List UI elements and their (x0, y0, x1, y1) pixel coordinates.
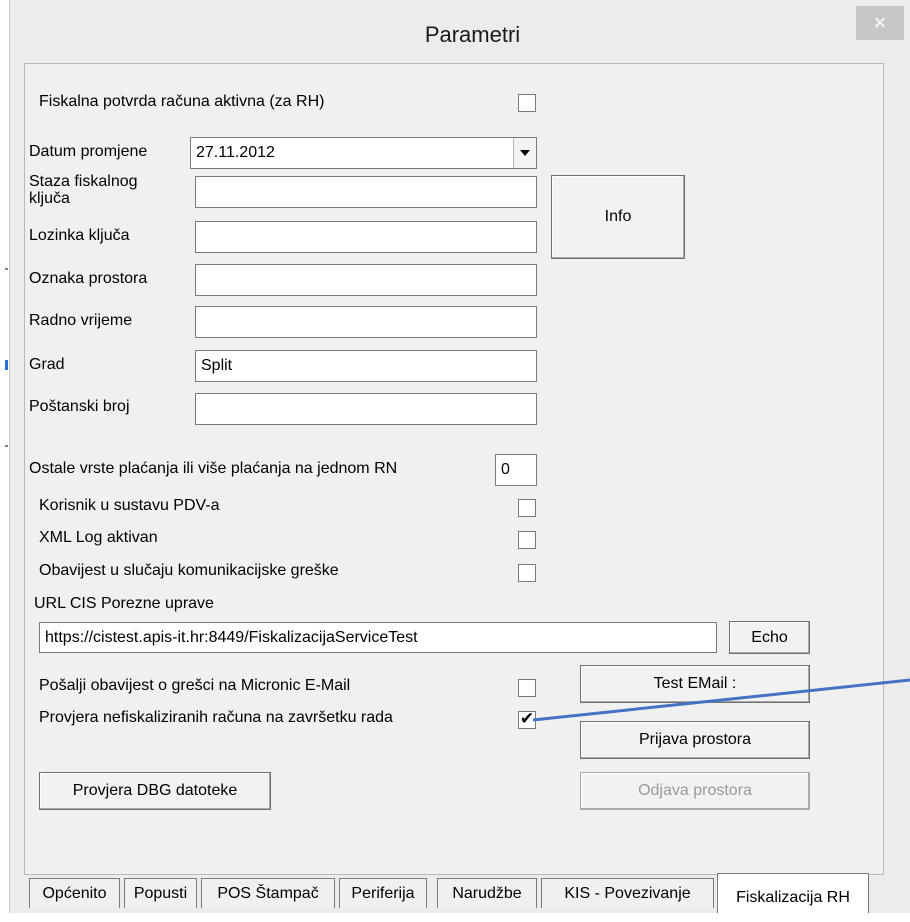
postal-label: Poštanski broj (29, 398, 130, 415)
parameters-dialog: Parametri × Fiskalna potvrda računa akti… (9, 0, 910, 913)
echo-button[interactable]: Echo (729, 621, 810, 654)
key-path-input[interactable] (195, 176, 537, 208)
send-email-label: Pošalji obavijest o grešci na Micronic E… (39, 677, 351, 694)
tab-general[interactable]: Općenito (29, 878, 120, 908)
key-path-label: Staza fiskalnog ključa (29, 173, 138, 207)
tab-fiscalization-rh[interactable]: Fiskalizacija RH (717, 873, 869, 913)
close-button[interactable]: × (856, 6, 904, 40)
date-value: 27.11.2012 (196, 144, 275, 161)
key-password-input[interactable] (195, 221, 537, 253)
background-edge-mark (5, 445, 8, 447)
fiscal-settings-panel: Fiskalna potvrda računa aktivna (za RH) … (24, 63, 884, 875)
check-unfiscal-checkbox[interactable]: ✔ (518, 709, 536, 729)
city-input[interactable]: Split (195, 350, 537, 382)
check-unfiscal-label: Provjera nefiskaliziranih računa na zavr… (39, 709, 393, 726)
xml-log-checkbox[interactable] (518, 531, 536, 549)
background-edge-mark (5, 268, 8, 270)
unregister-premise-button[interactable]: Odjava prostora (580, 772, 810, 810)
chevron-down-icon[interactable] (513, 138, 536, 168)
background-edge-mark (5, 360, 8, 370)
fiscal-active-label: Fiskalna potvrda računa aktivna (za RH) (39, 93, 325, 110)
postal-input[interactable] (195, 393, 537, 425)
window-title: Parametri (424, 22, 521, 47)
url-label: URL CIS Porezne uprave (34, 595, 214, 612)
date-label: Datum promjene (29, 143, 148, 160)
dbg-check-button[interactable]: Provjera DBG datoteke (39, 772, 271, 810)
notify-error-checkbox[interactable] (518, 564, 536, 582)
vat-user-checkbox[interactable] (518, 499, 536, 517)
tab-pos-printer[interactable]: POS Štampač (201, 878, 335, 908)
close-icon: × (873, 10, 887, 35)
test-email-button[interactable]: Test EMail : (580, 665, 810, 703)
notify-error-label: Obavijest u slučaju komunikacijske grešk… (39, 562, 339, 579)
premise-code-input[interactable] (195, 264, 537, 296)
tab-peripherals[interactable]: Periferija (339, 878, 427, 908)
info-button[interactable]: Info (551, 175, 685, 259)
send-email-checkbox[interactable] (518, 679, 536, 697)
tab-orders[interactable]: Narudžbe (437, 878, 537, 908)
city-label: Grad (29, 356, 65, 373)
date-dropdown[interactable]: 27.11.2012 (190, 137, 537, 169)
other-payments-input[interactable]: 0 (495, 454, 537, 486)
premise-code-label: Oznaka prostora (29, 270, 148, 287)
tab-kis-connection[interactable]: KIS - Povezivanje (541, 878, 714, 908)
working-hours-input[interactable] (195, 306, 537, 338)
register-premise-button[interactable]: Prijava prostora (580, 721, 810, 759)
url-input[interactable]: https://cistest.apis-it.hr:8449/Fiskaliz… (39, 622, 717, 653)
checkmark-icon: ✔ (519, 709, 535, 728)
vat-user-label: Korisnik u sustavu PDV-a (39, 497, 220, 514)
key-password-label: Lozinka ključa (29, 227, 130, 244)
other-payments-label: Ostale vrste plaćanja ili više plaćanja … (29, 460, 398, 477)
working-hours-label: Radno vrijeme (29, 312, 133, 329)
tab-discounts[interactable]: Popusti (124, 878, 197, 908)
fiscal-active-checkbox[interactable] (518, 94, 536, 112)
xml-log-label: XML Log aktivan (39, 529, 158, 546)
